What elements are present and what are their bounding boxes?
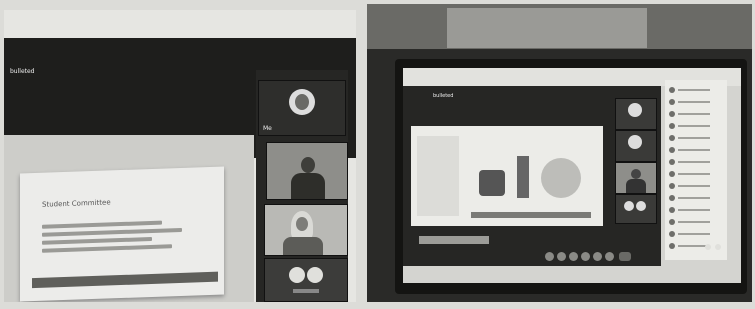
left-photo: bulleted Student Committee Me [4,10,356,302]
list-item[interactable] [669,158,713,166]
list-item[interactable] [669,230,713,238]
name-bar [678,125,710,127]
slide-left-panel [417,136,459,216]
slide-illustration [471,150,591,210]
participant-tile-avatar[interactable]: Me [258,80,346,136]
avatar [669,111,675,117]
person-body [283,237,323,255]
avatar [669,147,675,153]
meeting-app-title: bulleted [433,93,454,99]
slide-footer-bar [32,271,218,289]
person-head [631,169,641,179]
slide-text-line [42,227,182,237]
circle-illustration [541,158,581,198]
list-item[interactable] [669,182,713,190]
avatar [624,201,634,211]
person-face [296,217,308,231]
list-item[interactable] [669,206,713,214]
avatar [669,219,675,225]
avatar-inner [295,94,309,110]
avatar [669,159,675,165]
raise-hand-button[interactable] [593,252,602,261]
avatar [669,171,675,177]
slide-bottom-bar [471,212,591,218]
list-item[interactable] [669,218,713,226]
list-item[interactable] [669,134,713,142]
avatar [669,195,675,201]
name-bar [293,289,319,293]
avatar [307,267,323,283]
name-bar [678,209,710,211]
leave-button[interactable] [619,252,631,261]
avatar [669,99,675,105]
avatar [628,135,642,149]
participant-tile-camera[interactable] [615,162,657,194]
avatar [669,207,675,213]
avatar [628,103,642,117]
right-photo: bulleted [367,4,752,302]
shared-slide: Student Committee [20,166,224,302]
name-bar [678,101,710,103]
name-bar [678,185,710,187]
name-bar [678,173,710,175]
list-item[interactable] [669,146,713,154]
participant-tile-two-avatars[interactable] [264,258,348,302]
settings-icon[interactable] [705,244,711,250]
participant-tile-avatar[interactable] [615,98,657,130]
people-illustration [479,170,505,196]
expand-icon[interactable] [715,244,721,250]
person-head [301,157,315,173]
chat-button[interactable] [581,252,590,261]
name-bar [678,137,710,139]
name-bar [678,233,710,235]
list-item[interactable] [669,110,713,118]
participant-tile-camera-male[interactable] [266,142,348,200]
avatar [669,87,675,93]
participant-tile-avatar[interactable] [615,130,657,162]
shared-slide [411,126,603,226]
presenter-label: Me [263,125,272,132]
room-window [447,8,647,48]
meeting-app-title: bulleted [10,68,35,75]
person-body [626,179,646,193]
slide-text-line [42,220,162,229]
avatar [669,123,675,129]
name-bar [678,89,710,91]
share-button[interactable] [569,252,578,261]
participants-list [665,80,727,260]
list-item[interactable] [669,86,713,94]
name-bar [678,149,710,151]
avatar [669,243,675,249]
avatar [669,183,675,189]
avatar [289,267,305,283]
list-item[interactable] [669,170,713,178]
participant-tile-camera-female[interactable] [264,204,348,256]
tower-illustration [517,156,529,198]
list-item[interactable] [669,194,713,202]
avatar [669,135,675,141]
avatar [289,89,315,115]
list-item[interactable] [669,122,713,130]
name-bar [678,161,710,163]
person-body [291,173,325,199]
slide-text-line [42,244,172,253]
avatar [669,231,675,237]
camera-button[interactable] [557,252,566,261]
name-bar [678,221,710,223]
name-bar [678,113,710,115]
list-item[interactable] [669,98,713,106]
avatar [636,201,646,211]
name-bar [678,197,710,199]
slide-caption-bar [419,236,489,244]
slide-text-line [42,236,152,245]
slide-title: Student Committee [42,198,111,209]
participant-tile-two-avatars[interactable] [615,194,657,224]
more-button[interactable] [605,252,614,261]
mic-button[interactable] [545,252,554,261]
